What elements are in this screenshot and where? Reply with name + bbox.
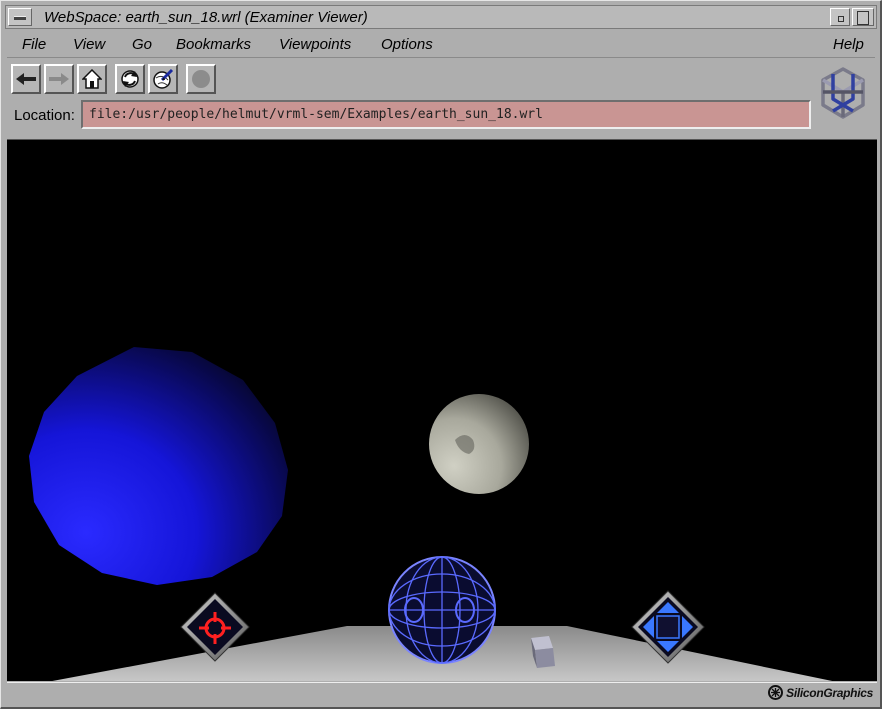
- edit-globe-icon: [153, 68, 174, 89]
- blue-sphere[interactable]: [29, 347, 288, 585]
- brand-text: SiliconGraphics: [786, 685, 873, 700]
- webspace-window: WebSpace: earth_sun_18.wrl (Examiner Vie…: [0, 0, 882, 709]
- edit-button[interactable]: [148, 64, 178, 94]
- forward-arrow-icon: [49, 73, 69, 85]
- stop-icon: [192, 70, 210, 88]
- status-bar: SiliconGraphics: [7, 682, 877, 704]
- back-arrow-icon: [16, 73, 36, 85]
- maximize-button[interactable]: [852, 8, 874, 26]
- stop-button[interactable]: [186, 64, 216, 94]
- sgi-cube-logo: [821, 67, 865, 119]
- menu-file[interactable]: File: [22, 36, 46, 53]
- menu-options[interactable]: Options: [381, 36, 433, 53]
- trackball-icon[interactable]: [388, 556, 496, 664]
- location-label: Location:: [14, 107, 75, 124]
- vrml-viewport[interactable]: [7, 139, 877, 681]
- menu-bar: File View Go Bookmarks Viewpoints Option…: [7, 31, 875, 58]
- menu-view[interactable]: View: [73, 36, 105, 53]
- sgi-brand: SiliconGraphics: [768, 685, 873, 700]
- menu-viewpoints[interactable]: Viewpoints: [279, 36, 351, 53]
- minimize-button[interactable]: [830, 8, 850, 26]
- reload-button[interactable]: [115, 64, 145, 94]
- menu-bookmarks[interactable]: Bookmarks: [176, 36, 251, 53]
- window-title: WebSpace: earth_sun_18.wrl (Examiner Vie…: [44, 9, 368, 26]
- toolbar: [11, 64, 221, 96]
- window-menu-button[interactable]: [8, 8, 32, 26]
- home-icon: [82, 69, 102, 89]
- location-input[interactable]: file:/usr/people/helmut/vrml-sem/Example…: [81, 100, 811, 129]
- title-bar[interactable]: WebSpace: earth_sun_18.wrl (Examiner Vie…: [5, 5, 877, 29]
- reload-icon: [121, 70, 139, 88]
- home-button[interactable]: [77, 64, 107, 94]
- grey-sphere[interactable]: [429, 394, 529, 494]
- forward-button[interactable]: [44, 64, 74, 94]
- back-button[interactable]: [11, 64, 41, 94]
- menu-help[interactable]: Help: [833, 36, 864, 53]
- sgi-logo-icon: [768, 685, 784, 700]
- menu-go[interactable]: Go: [132, 36, 152, 53]
